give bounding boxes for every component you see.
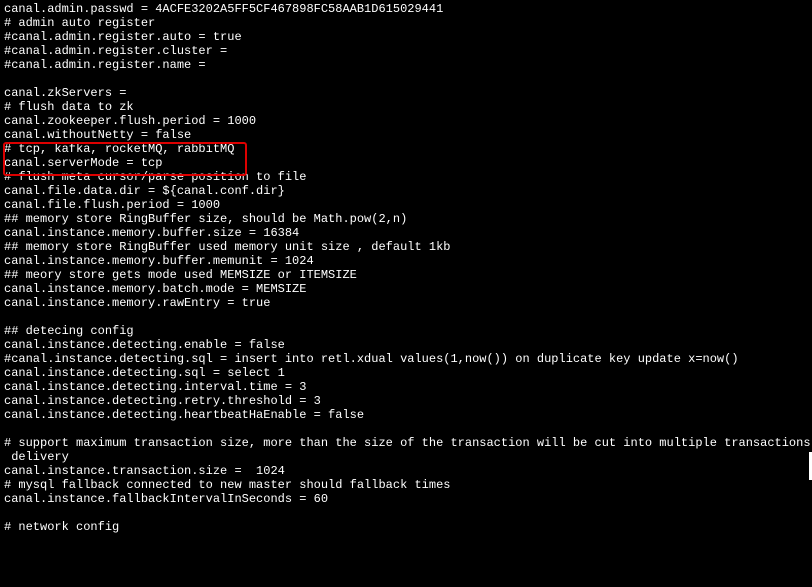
config-line: canal.instance.memory.buffer.size = 1638… [4,226,808,240]
config-line: canal.instance.detecting.heartbeatHaEnab… [4,408,808,422]
config-line: canal.serverMode = tcp [4,156,808,170]
config-line: canal.instance.detecting.retry.threshold… [4,394,808,408]
terminal-output: canal.admin.passwd = 4ACFE3202A5FF5CF467… [0,0,812,534]
config-line [4,506,808,520]
config-line: #canal.admin.register.auto = true [4,30,808,44]
config-line: canal.file.flush.period = 1000 [4,198,808,212]
config-line: #canal.instance.detecting.sql = insert i… [4,352,808,366]
config-line: canal.zookeeper.flush.period = 1000 [4,114,808,128]
config-line: # flush meta cursor/parse position to fi… [4,170,808,184]
config-line: ## meory store gets mode used MEMSIZE or… [4,268,808,282]
config-line: canal.instance.memory.batch.mode = MEMSI… [4,282,808,296]
config-line: #canal.admin.register.name = [4,58,808,72]
config-line: # network config [4,520,808,534]
config-line: canal.instance.transaction.size = 1024 [4,464,808,478]
config-line [4,422,808,436]
config-line: canal.instance.memory.buffer.memunit = 1… [4,254,808,268]
config-line: canal.instance.memory.rawEntry = true [4,296,808,310]
config-line: canal.instance.fallbackIntervalInSeconds… [4,492,808,506]
config-line: # admin auto register [4,16,808,30]
config-line: ## memory store RingBuffer used memory u… [4,240,808,254]
config-line: ## detecing config [4,324,808,338]
config-line: canal.admin.passwd = 4ACFE3202A5FF5CF467… [4,2,808,16]
config-line: canal.withoutNetty = false [4,128,808,142]
config-line [4,72,808,86]
config-line: canal.file.data.dir = ${canal.conf.dir} [4,184,808,198]
config-line [4,310,808,324]
config-line: # flush data to zk [4,100,808,114]
config-line: # tcp, kafka, rocketMQ, rabbitMQ [4,142,808,156]
config-line: # mysql fallback connected to new master… [4,478,808,492]
config-line: # support maximum transaction size, more… [4,436,808,450]
config-line: canal.zkServers = [4,86,808,100]
config-line: canal.instance.detecting.sql = select 1 [4,366,808,380]
annotation-arrow [0,534,812,587]
config-line: canal.instance.detecting.interval.time =… [4,380,808,394]
config-line: delivery [4,450,808,464]
config-line: #canal.admin.register.cluster = [4,44,808,58]
config-line: ## memory store RingBuffer size, should … [4,212,808,226]
config-line: canal.instance.detecting.enable = false [4,338,808,352]
